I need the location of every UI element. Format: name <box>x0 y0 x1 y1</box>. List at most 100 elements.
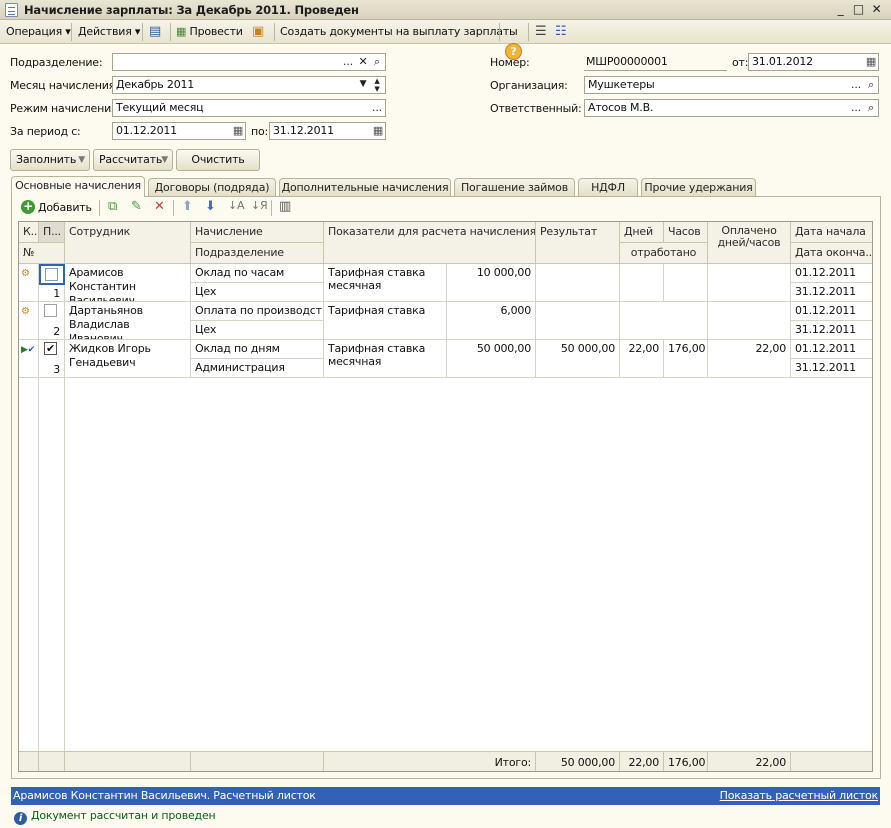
tab-ndfl[interactable]: НДФЛ <box>578 178 638 196</box>
table-view-icon[interactable]: ☰ <box>533 23 548 41</box>
start-date-cell[interactable]: 01.12.2011 <box>791 340 872 359</box>
move-down-icon[interactable]: ⬇ <box>205 199 216 214</box>
checkbox[interactable] <box>44 304 57 317</box>
end-date-cell[interactable]: 31.12.2011 <box>791 321 872 340</box>
move-up-icon[interactable]: ⬆ <box>182 199 193 214</box>
select-button[interactable]: ... <box>370 100 384 116</box>
indicator-cell[interactable]: Тарифная ставка <box>324 302 447 340</box>
column-header-accrual[interactable]: Начисление <box>191 222 324 243</box>
post-button[interactable]: ▦ Провести <box>174 23 245 41</box>
indicator-value-cell[interactable]: 10 000,00 <box>447 264 536 302</box>
add-icon[interactable]: + <box>21 200 35 214</box>
delete-icon[interactable]: ✕ <box>154 199 165 214</box>
tab-loan-repayment[interactable]: Погашение займов <box>454 178 575 196</box>
responsible-field[interactable]: Атосов М.В. <box>584 99 879 117</box>
tab-main-accruals[interactable]: Основные начисления <box>11 176 145 197</box>
accrual-cell[interactable]: Оклад по дням <box>191 340 324 359</box>
paid-cell[interactable] <box>708 264 791 302</box>
column-header-days[interactable]: Дней <box>620 222 664 243</box>
period-from-field[interactable]: 01.12.2011 <box>112 122 246 140</box>
paid-cell[interactable] <box>708 302 791 340</box>
sort-descending-icon[interactable]: ↓Я <box>251 199 268 212</box>
division-cell[interactable]: Администрация <box>191 359 324 378</box>
accrual-cell[interactable]: Оклад по часам <box>191 264 324 283</box>
maximize-icon[interactable]: □ <box>851 2 866 17</box>
search-icon[interactable]: ⌕ <box>864 77 878 93</box>
column-header-hours[interactable]: Часов <box>664 222 708 243</box>
row-checkbox-cell[interactable] <box>39 302 65 323</box>
result-cell[interactable] <box>536 302 620 340</box>
select-button[interactable]: ... <box>849 100 863 116</box>
month-field[interactable]: Декабрь 2011 <box>112 76 386 94</box>
end-date-cell[interactable]: 31.12.2011 <box>791 359 872 378</box>
hours-cell[interactable] <box>664 264 708 302</box>
calendar-icon[interactable]: ▦ <box>231 123 245 139</box>
row-checkbox-cell[interactable]: ✔ <box>39 340 65 361</box>
number-field[interactable]: МШР00000001 <box>584 54 727 71</box>
result-cell[interactable] <box>536 264 620 302</box>
dropdown-icon[interactable]: ▼ <box>356 77 370 93</box>
column-header-p[interactable]: П... <box>39 222 65 243</box>
add-button[interactable]: Добавить <box>38 201 92 214</box>
tab-other-deductions[interactable]: Прочие удержания <box>641 178 756 196</box>
employee-cell[interactable]: Жидков Игорь Генадьевич <box>65 340 191 378</box>
columns-settings-icon[interactable]: ▥ <box>279 199 291 214</box>
column-header-result[interactable]: Результат <box>536 222 620 264</box>
column-header-start-date[interactable]: Дата начала <box>791 222 872 243</box>
column-header-worked[interactable]: отработано <box>620 243 708 264</box>
list-icon[interactable]: ▤ <box>147 23 163 41</box>
search-icon[interactable]: ⌕ <box>864 100 878 116</box>
select-button[interactable]: ... <box>341 54 355 70</box>
start-date-cell[interactable]: 01.12.2011 <box>791 302 872 321</box>
spin-icon[interactable]: ▲ ▼ <box>370 77 384 93</box>
operation-menu[interactable]: Операция ▾ <box>4 23 73 41</box>
indicator-cell[interactable]: Тарифная ставка месячная <box>324 264 447 302</box>
column-header-employee[interactable]: Сотрудник <box>65 222 191 264</box>
actions-menu[interactable]: Действия ▾ <box>76 23 142 41</box>
accrual-cell[interactable]: Оплата по производст... <box>191 302 324 321</box>
accruals-table[interactable]: К... П... Сотрудник Начисление Показател… <box>18 221 873 772</box>
indicator-cell[interactable]: Тарифная ставка месячная <box>324 340 447 378</box>
post-and-close-icon[interactable]: ▣ <box>250 23 266 41</box>
tab-contracts[interactable]: Договоры (подряда) <box>148 178 276 196</box>
column-header-number[interactable]: № <box>19 243 65 264</box>
calendar-icon[interactable]: ▦ <box>371 123 385 139</box>
clear-button[interactable]: Очистить <box>176 149 260 171</box>
fill-button[interactable]: Заполнить ▼ <box>10 149 90 171</box>
checkbox[interactable]: ✔ <box>44 342 57 355</box>
start-date-cell[interactable]: 01.12.2011 <box>791 264 872 283</box>
employee-cell[interactable]: Дартаньянов Владислав Иванович <box>65 302 191 340</box>
indicator-value-cell[interactable]: 50 000,00 <box>447 340 536 378</box>
edit-icon[interactable]: ✎ <box>131 199 142 214</box>
structure-icon[interactable]: ☷ <box>553 23 568 41</box>
tab-additional-accruals[interactable]: Дополнительные начисления <box>279 178 451 196</box>
period-to-field[interactable]: 31.12.2011 <box>269 122 386 140</box>
show-payslip-link[interactable]: Показать расчетный листок <box>720 787 879 805</box>
select-button[interactable]: ... <box>849 77 863 93</box>
checkbox[interactable] <box>45 268 58 281</box>
date-field[interactable]: 31.01.2012 <box>748 53 879 71</box>
column-header-indicators[interactable]: Показатели для расчета начисления <box>324 222 536 264</box>
calculate-button[interactable]: Рассчитать ▼ <box>93 149 173 171</box>
end-date-cell[interactable]: 31.12.2011 <box>791 283 872 302</box>
row-checkbox-cell[interactable] <box>39 264 65 285</box>
minimize-icon[interactable]: _ <box>833 2 848 17</box>
sort-ascending-icon[interactable]: ↓A <box>228 199 245 212</box>
division-cell[interactable]: Цех <box>191 321 324 340</box>
hours-cell[interactable]: 176,00 <box>664 340 708 378</box>
org-field[interactable]: Мушкетеры <box>584 76 879 94</box>
create-payment-button[interactable]: Создать документы на выплату зарплаты <box>278 23 520 41</box>
division-cell[interactable]: Цех <box>191 283 324 302</box>
close-icon[interactable]: ✕ <box>869 2 884 17</box>
days-cell[interactable] <box>620 264 664 302</box>
column-header-paid[interactable]: Оплачено дней/часов <box>708 222 791 264</box>
result-cell[interactable]: 50 000,00 <box>536 340 620 378</box>
copy-icon[interactable]: ⧉ <box>108 199 117 214</box>
paid-cell[interactable]: 22,00 <box>708 340 791 378</box>
mode-field[interactable]: Текущий месяц <box>112 99 386 117</box>
worked-cell[interactable] <box>620 302 708 340</box>
column-header-k[interactable]: К... <box>19 222 39 243</box>
column-header-division[interactable]: Подразделение <box>191 243 324 264</box>
clear-icon[interactable]: ✕ <box>356 54 370 70</box>
search-icon[interactable]: ⌕ <box>370 54 384 70</box>
